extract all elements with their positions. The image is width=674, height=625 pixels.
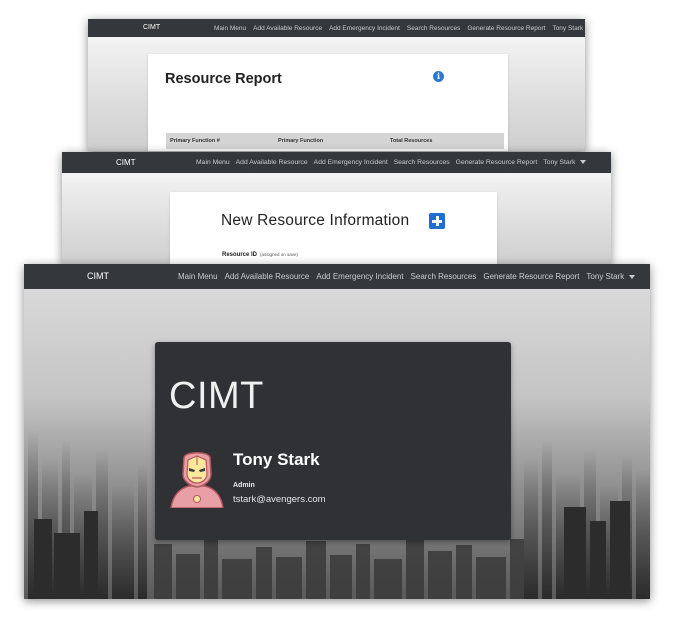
navbar-brand[interactable]: CIMT bbox=[87, 271, 109, 281]
nav-generate-resource-report[interactable]: Generate Resource Report bbox=[467, 25, 545, 32]
nav-main-menu[interactable]: Main Menu bbox=[214, 25, 246, 32]
report-table: Primary Function # Primary Function Tota… bbox=[166, 133, 504, 151]
plus-square-icon[interactable] bbox=[429, 213, 445, 229]
nav-links: Main Menu Add Available Resource Add Eme… bbox=[178, 272, 642, 281]
nav-add-available-resource[interactable]: Add Available Resource bbox=[253, 25, 322, 32]
table-cell: 1 bbox=[166, 149, 274, 151]
table-header-row: Primary Function # Primary Function Tota… bbox=[166, 133, 504, 149]
user-role: Admin bbox=[233, 482, 255, 489]
table-row: 1 transportation 0 bbox=[166, 149, 504, 151]
nav-generate-resource-report[interactable]: Generate Resource Report bbox=[483, 272, 579, 281]
nav-add-available-resource[interactable]: Add Available Resource bbox=[236, 159, 308, 166]
column-header: Primary Function bbox=[274, 133, 386, 149]
nav-add-emergency-incident[interactable]: Add Emergency Incident bbox=[314, 159, 388, 166]
hero-title: CIMT bbox=[169, 375, 264, 417]
nav-main-menu[interactable]: Main Menu bbox=[178, 272, 218, 281]
new-resource-card: New Resource Information Resource ID (ass… bbox=[170, 192, 497, 264]
navbar-brand[interactable]: CIMT bbox=[143, 24, 160, 31]
navbar: CIMT Main Menu Add Available Resource Ad… bbox=[88, 19, 585, 37]
home-window: CIMT Main Menu Add Available Resource Ad… bbox=[24, 264, 650, 599]
info-circle-icon[interactable]: i bbox=[433, 71, 444, 82]
navbar: CIMT Main Menu Add Available Resource Ad… bbox=[62, 152, 611, 173]
nav-main-menu[interactable]: Main Menu bbox=[196, 159, 230, 166]
nav-user-dropdown[interactable]: Tony Stark bbox=[586, 272, 635, 281]
resource-id-note: (assigned on save) bbox=[260, 252, 299, 257]
nav-user-dropdown[interactable]: Tony Stark bbox=[543, 159, 586, 166]
page-title: Resource Report bbox=[165, 71, 282, 87]
table-cell: transportation bbox=[274, 149, 386, 151]
nav-user-dropdown[interactable]: Tony Stark bbox=[552, 25, 585, 32]
table-cell: 0 bbox=[386, 149, 504, 151]
page-title: New Resource Information bbox=[221, 212, 410, 229]
column-header: Total Resources bbox=[386, 133, 504, 149]
navbar-brand[interactable]: CIMT bbox=[116, 158, 136, 167]
nav-search-resources[interactable]: Search Resources bbox=[394, 159, 450, 166]
nav-search-resources[interactable]: Search Resources bbox=[411, 272, 477, 281]
resource-id-text: Resource ID bbox=[222, 252, 258, 258]
nav-search-resources[interactable]: Search Resources bbox=[407, 25, 460, 32]
navbar: CIMT Main Menu Add Available Resource Ad… bbox=[24, 264, 650, 289]
resource-id-label: Resource ID (assigned on save) bbox=[222, 252, 298, 258]
nav-links: Main Menu Add Available Resource Add Eme… bbox=[214, 25, 585, 32]
iron-man-avatar-icon bbox=[170, 452, 224, 508]
column-header: Primary Function # bbox=[166, 133, 274, 149]
report-card: Resource Report Primary Function # Prima… bbox=[148, 54, 508, 151]
resource-report-window: CIMT Main Menu Add Available Resource Ad… bbox=[88, 19, 585, 151]
user-email: tstark@avengers.com bbox=[233, 494, 326, 505]
welcome-card: CIMT Tony Stark Admin tstark@avengers.co… bbox=[155, 342, 511, 540]
new-resource-window: CIMT Main Menu Add Available Resource Ad… bbox=[62, 152, 611, 264]
nav-links: Main Menu Add Available Resource Add Eme… bbox=[196, 159, 592, 166]
user-name: Tony Stark bbox=[233, 450, 320, 469]
nav-add-emergency-incident[interactable]: Add Emergency Incident bbox=[329, 25, 400, 32]
nav-generate-resource-report[interactable]: Generate Resource Report bbox=[456, 159, 538, 166]
nav-add-emergency-incident[interactable]: Add Emergency Incident bbox=[316, 272, 403, 281]
nav-add-available-resource[interactable]: Add Available Resource bbox=[225, 272, 310, 281]
